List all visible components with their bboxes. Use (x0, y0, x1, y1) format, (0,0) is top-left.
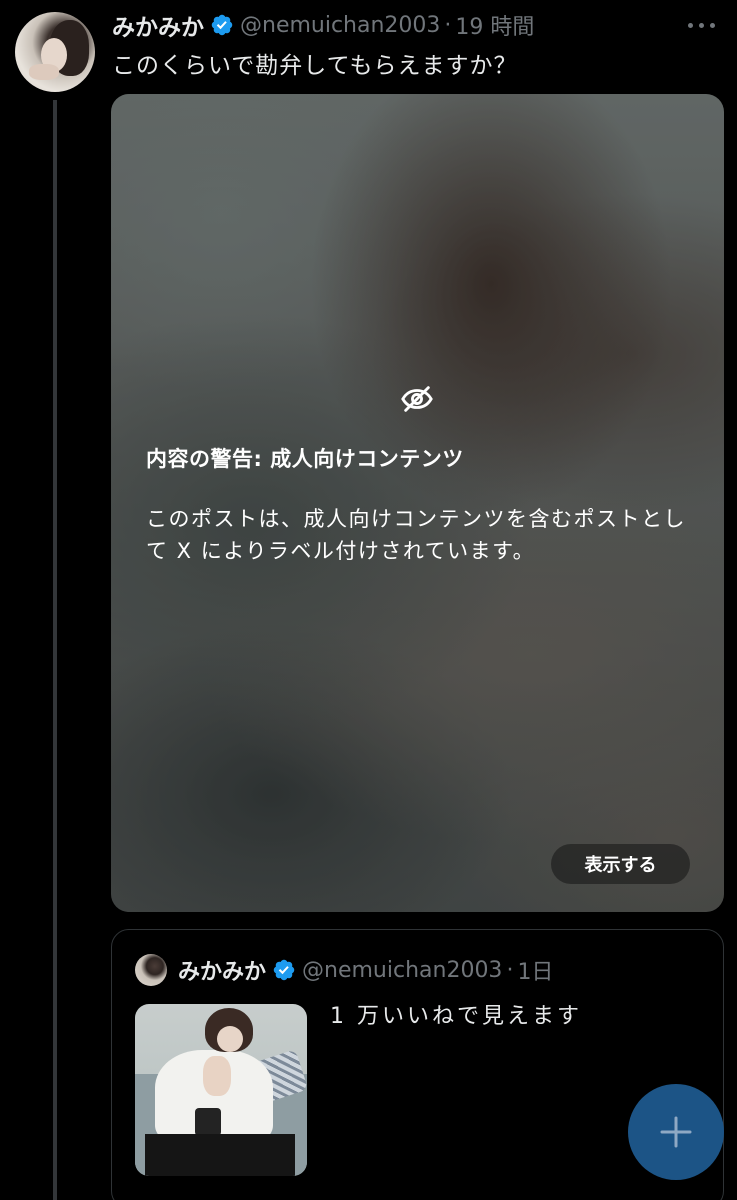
plus-icon (660, 1116, 692, 1148)
separator-dot: · (444, 12, 452, 38)
content-warning-body: このポストは、成人向けコンテンツを含むポストとして X によりラベル付けされてい… (146, 507, 686, 563)
tweet-timestamp[interactable]: 19 時間 (455, 9, 534, 41)
quoted-media-thumbnail[interactable] (135, 1004, 307, 1176)
show-media-button[interactable]: 表示する (551, 844, 690, 884)
quoted-tweet-timestamp: 1日 (517, 960, 554, 985)
quoted-tweet-card[interactable]: みかみか @nemuichan2003 · 1日 1 万いいねで見えます (111, 929, 724, 1200)
separator-dot: · (506, 957, 514, 983)
tweet-header: みかみか @nemuichan2003 · 19 時間 (112, 8, 717, 42)
author-display-name[interactable]: みかみか (112, 8, 204, 42)
thumbnail-face (217, 1026, 243, 1052)
quoted-author-avatar (135, 954, 167, 986)
quoted-author-display-name: みかみか (178, 960, 267, 985)
author-handle[interactable]: @nemuichan2003 (240, 13, 440, 38)
eye-off-icon (401, 386, 433, 412)
author-avatar[interactable] (15, 12, 95, 92)
thumbnail-mug (195, 1108, 221, 1136)
thumbnail-skin (203, 1056, 231, 1096)
compose-button[interactable] (628, 1084, 724, 1180)
thread-line (53, 100, 57, 1200)
tweet-text: このくらいで勘弁してもらえますか？ (112, 53, 518, 79)
avatar-hand (29, 64, 59, 80)
more-horizontal-icon[interactable] (687, 14, 717, 36)
thumbnail-skirt (145, 1134, 295, 1176)
quoted-author-handle: @nemuichan2003 (302, 957, 503, 983)
tweet-detail-page: みかみか @nemuichan2003 · 19 時間 このくらいで勘弁してもら… (0, 0, 737, 1200)
verified-badge-icon (273, 959, 295, 981)
quoted-tweet-text: 1 万いいねで見えます (330, 1004, 582, 1029)
quoted-tweet-header: みかみか @nemuichan2003 · 1日 (178, 952, 553, 988)
sensitive-media-card[interactable]: 内容の警告: 成人向けコンテンツ このポストは、成人向けコンテンツを含むポストと… (111, 94, 724, 912)
verified-badge-icon[interactable] (210, 13, 234, 37)
content-warning-title: 内容の警告: 成人向けコンテンツ (146, 447, 464, 471)
